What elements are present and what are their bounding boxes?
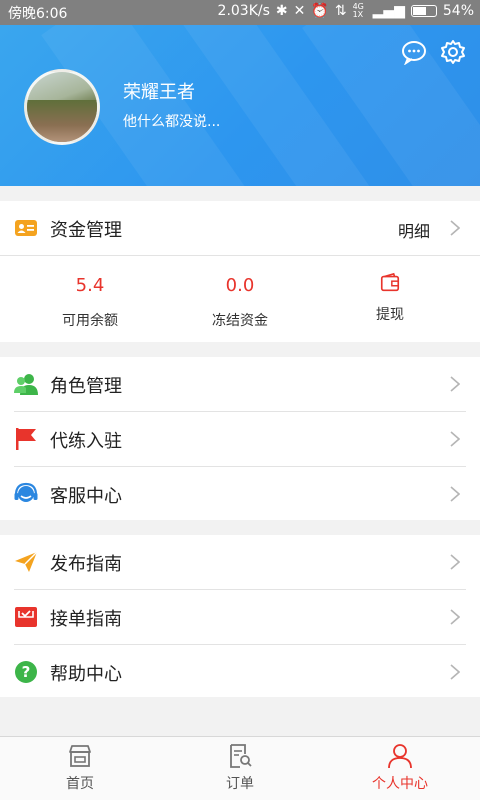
funds-title: 资金管理 xyxy=(50,220,122,241)
withdraw-label: 提现 xyxy=(376,307,404,323)
tab-home[interactable]: 首页 xyxy=(0,737,160,800)
frozen-funds[interactable]: 0.0 冻结资金 xyxy=(160,255,320,330)
tab-orders[interactable]: 订单 xyxy=(160,737,320,800)
available-label: 可用余额 xyxy=(62,313,118,329)
menu-item-customer-service[interactable]: 客服中心 xyxy=(0,467,480,521)
menu-item-label: 代练入驻 xyxy=(50,431,122,452)
tab-label: 个人中心 xyxy=(372,776,428,792)
funds-row[interactable]: 资金管理 明细 xyxy=(0,201,480,255)
id-card-icon xyxy=(15,220,37,236)
battery-level: 54% xyxy=(442,3,474,19)
wallet-icon xyxy=(380,272,400,292)
menu-item-publish-guide[interactable]: 发布指南 xyxy=(0,535,480,589)
chevron-right-icon xyxy=(450,486,460,502)
mute-icon: ✕ xyxy=(293,3,306,19)
withdraw-button[interactable]: 提现 xyxy=(310,255,470,324)
funds-card: 资金管理 明细 5.4 可用余额 0.0 冻结资金 提现 xyxy=(0,201,480,342)
menu-item-label: 帮助中心 xyxy=(50,664,122,685)
headset-icon xyxy=(14,482,38,502)
inbox-icon xyxy=(15,607,37,627)
alarm-icon: ⏰ xyxy=(311,3,329,19)
avatar[interactable] xyxy=(24,69,100,145)
user-signature: 他什么都没说... xyxy=(123,114,221,130)
frozen-label: 冻结资金 xyxy=(212,313,268,329)
network-type: 4G 1X xyxy=(352,2,364,19)
chevron-right-icon xyxy=(450,554,460,570)
funds-detail-link[interactable]: 明细 xyxy=(398,218,430,242)
tab-profile[interactable]: 个人中心 xyxy=(320,737,480,800)
chevron-right-icon xyxy=(450,609,460,625)
status-time: 傍晚6:06 xyxy=(8,6,68,22)
svg-text:?: ? xyxy=(22,663,31,681)
chevron-right-icon xyxy=(450,664,460,680)
settings-icon[interactable] xyxy=(440,39,466,65)
status-bar: 傍晚6:06 2.03K/s ✱ ✕ ⏰ ⇅ 4G 1X ▂▄▆ 54% xyxy=(0,0,480,25)
status-indicators: 2.03K/s ✱ ✕ ⏰ ⇅ 4G 1X ▂▄▆ 54% xyxy=(217,2,474,20)
tab-label: 首页 xyxy=(66,776,94,792)
help-icon: ? xyxy=(15,661,37,683)
person-icon xyxy=(14,374,38,395)
menu-item-booster-join[interactable]: 代练入驻 xyxy=(0,412,480,466)
menu-card-2: 发布指南 接单指南 ? 帮助中心 xyxy=(0,535,480,697)
store-icon xyxy=(69,745,91,767)
frozen-value: 0.0 xyxy=(225,275,255,296)
menu-item-help-center[interactable]: ? 帮助中心 xyxy=(0,645,480,699)
chevron-right-icon xyxy=(450,220,460,236)
net-speed: 2.03K/s xyxy=(217,3,270,19)
tab-label: 订单 xyxy=(226,776,254,792)
menu-item-roles[interactable]: 角色管理 xyxy=(0,357,480,411)
bottom-nav: 首页 订单 个人中心 xyxy=(0,736,480,800)
available-balance[interactable]: 5.4 可用余额 xyxy=(10,255,170,330)
menu-card-1: 角色管理 代练入驻 客服中心 xyxy=(0,357,480,520)
data-icon: ⇅ xyxy=(334,3,347,19)
chevron-right-icon xyxy=(450,376,460,392)
menu-item-accept-guide[interactable]: 接单指南 xyxy=(0,590,480,644)
signal-icon: ▂▄▆ xyxy=(372,3,405,19)
paper-plane-icon xyxy=(15,551,38,572)
bluetooth-icon: ✱ xyxy=(275,3,288,19)
order-search-icon xyxy=(230,744,252,768)
flag-icon xyxy=(16,428,36,450)
message-icon[interactable] xyxy=(401,39,427,65)
menu-item-label: 发布指南 xyxy=(50,554,122,575)
user-name: 荣耀王者 xyxy=(123,82,195,103)
menu-item-label: 接单指南 xyxy=(50,609,122,630)
menu-item-label: 角色管理 xyxy=(50,376,122,397)
profile-header: 荣耀王者 他什么都没说... xyxy=(0,25,480,186)
user-icon xyxy=(388,744,412,769)
battery-icon xyxy=(410,5,437,17)
menu-item-label: 客服中心 xyxy=(50,486,122,507)
available-value: 5.4 xyxy=(75,275,105,296)
chevron-right-icon xyxy=(450,431,460,447)
